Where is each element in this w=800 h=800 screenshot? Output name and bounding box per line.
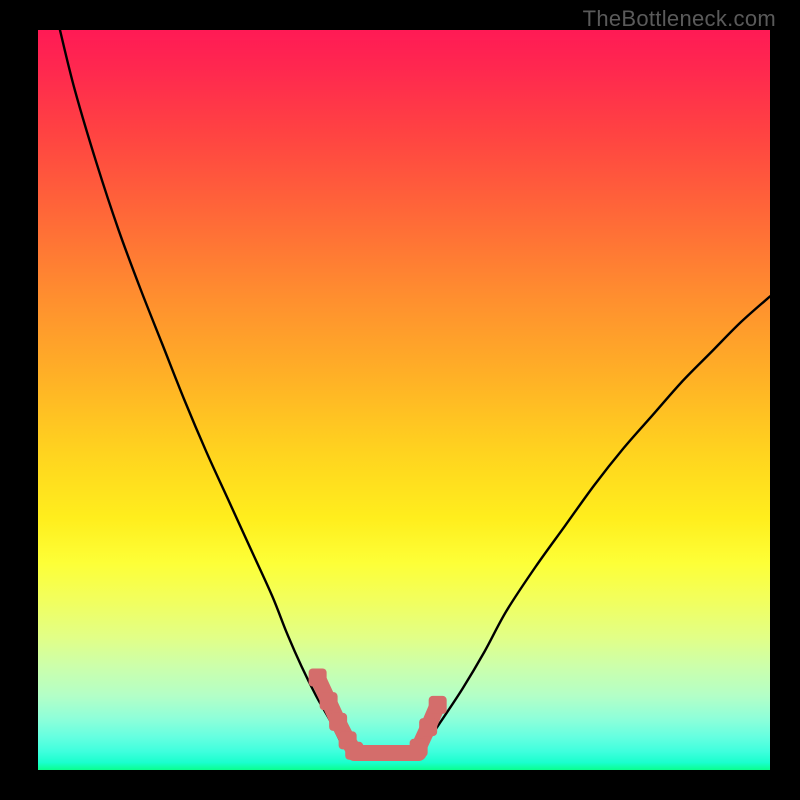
watermark-text: TheBottleneck.com [583, 6, 776, 32]
chart-gradient-background [38, 30, 770, 770]
chart-frame: TheBottleneck.com [0, 0, 800, 800]
